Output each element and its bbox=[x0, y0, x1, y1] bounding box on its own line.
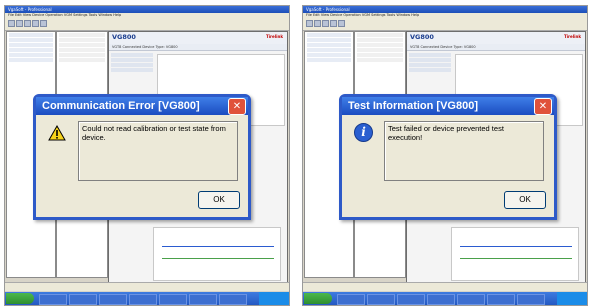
taskbar-item[interactable] bbox=[397, 294, 425, 305]
close-button[interactable]: ✕ bbox=[534, 98, 552, 115]
toolbar-button[interactable] bbox=[16, 20, 23, 27]
toolbar bbox=[5, 18, 289, 31]
panel-title: VG800 bbox=[410, 33, 434, 41]
chart-line bbox=[460, 258, 572, 259]
result-chart bbox=[153, 227, 281, 281]
window-titlebar: VgaSoft - Professional bbox=[303, 6, 587, 13]
warning-icon bbox=[48, 125, 66, 141]
dialog-title: Test Information [VG800] bbox=[342, 97, 554, 115]
status-bar bbox=[5, 282, 289, 291]
connection-strip: VGT8 Connected Device Type: VG800 bbox=[109, 44, 287, 51]
toolbar-button[interactable] bbox=[8, 20, 15, 27]
taskbar-item[interactable] bbox=[487, 294, 515, 305]
toolbar-button[interactable] bbox=[314, 20, 321, 27]
system-tray bbox=[259, 292, 289, 305]
taskbar-item[interactable] bbox=[39, 294, 67, 305]
toolbar-button[interactable] bbox=[330, 20, 337, 27]
chart-line bbox=[162, 258, 274, 259]
taskbar-item[interactable] bbox=[517, 294, 545, 305]
taskbar-item[interactable] bbox=[457, 294, 485, 305]
taskbar-item[interactable] bbox=[219, 294, 247, 305]
toolbar-button[interactable] bbox=[32, 20, 39, 27]
message-box: Test failed or device prevented test exe… bbox=[384, 121, 544, 181]
start-button[interactable] bbox=[6, 293, 34, 304]
taskbar-item[interactable] bbox=[427, 294, 455, 305]
taskbar-item[interactable] bbox=[99, 294, 127, 305]
connection-strip: VGT8 Connected Device Type: VG800 bbox=[407, 44, 585, 51]
dialog-title: Communication Error [VG800] bbox=[36, 97, 248, 115]
toolbar-button[interactable] bbox=[322, 20, 329, 27]
result-chart bbox=[451, 227, 579, 281]
brand-logo: Tirelink bbox=[563, 34, 581, 39]
communication-error-dialog: Communication Error [VG800] ✕ Could not … bbox=[33, 94, 251, 220]
screenshot-left: VgaSoft - Professional File Edit View De… bbox=[4, 5, 290, 306]
close-button[interactable]: ✕ bbox=[228, 98, 246, 115]
error-message: Could not read calibration or test state… bbox=[82, 124, 226, 142]
chart-line bbox=[162, 246, 274, 247]
info-icon: i bbox=[354, 123, 373, 142]
message-box: Could not read calibration or test state… bbox=[78, 121, 238, 181]
taskbar bbox=[303, 292, 587, 305]
status-bar bbox=[303, 282, 587, 291]
taskbar bbox=[5, 292, 289, 305]
system-tray bbox=[557, 292, 587, 305]
start-button[interactable] bbox=[304, 293, 332, 304]
taskbar-item[interactable] bbox=[129, 294, 157, 305]
info-message: Test failed or device prevented test exe… bbox=[388, 124, 504, 142]
toolbar-button[interactable] bbox=[338, 20, 345, 27]
toolbar-button[interactable] bbox=[306, 20, 313, 27]
ok-button[interactable]: OK bbox=[198, 191, 240, 209]
chart-line bbox=[460, 246, 572, 247]
taskbar-item[interactable] bbox=[189, 294, 217, 305]
panel-title: VG800 bbox=[112, 33, 136, 41]
taskbar-item[interactable] bbox=[337, 294, 365, 305]
taskbar-item[interactable] bbox=[367, 294, 395, 305]
taskbar-item[interactable] bbox=[69, 294, 97, 305]
test-information-dialog: Test Information [VG800] ✕ i Test failed… bbox=[339, 94, 557, 220]
taskbar-item[interactable] bbox=[159, 294, 187, 305]
screenshot-right: VgaSoft - Professional File Edit View De… bbox=[302, 5, 588, 306]
toolbar-button[interactable] bbox=[24, 20, 31, 27]
toolbar bbox=[303, 18, 587, 31]
window-titlebar: VgaSoft - Professional bbox=[5, 6, 289, 13]
brand-logo: Tirelink bbox=[265, 34, 283, 39]
toolbar-button[interactable] bbox=[40, 20, 47, 27]
ok-button[interactable]: OK bbox=[504, 191, 546, 209]
